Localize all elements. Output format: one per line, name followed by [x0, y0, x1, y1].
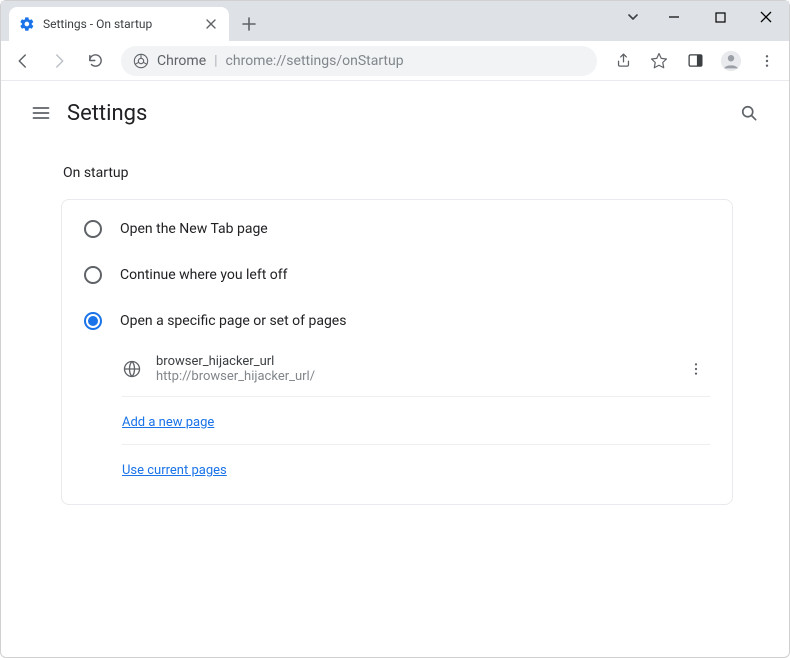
- startup-card: Open the New Tab page Continue where you…: [61, 199, 733, 505]
- settings-content: On startup Open the New Tab page Continu…: [1, 165, 789, 545]
- globe-icon: [122, 359, 142, 379]
- section-heading: On startup: [63, 165, 733, 181]
- use-current-pages-row: Use current pages: [122, 445, 710, 492]
- add-new-page-row: Add a new page: [122, 397, 710, 445]
- close-window-button[interactable]: [743, 1, 789, 33]
- radio-icon: [84, 220, 102, 238]
- browser-toolbar: Chrome | chrome://settings/onStartup: [1, 41, 789, 81]
- page-name: browser_hijacker_url: [156, 354, 668, 369]
- startup-option-continue[interactable]: Continue where you left off: [62, 252, 732, 298]
- forward-button[interactable]: [43, 45, 75, 77]
- radio-icon: [84, 266, 102, 284]
- startup-page-row: browser_hijacker_url http://browser_hija…: [122, 344, 710, 397]
- tab-title: Settings - On startup: [43, 17, 195, 31]
- new-tab-button[interactable]: [235, 10, 263, 38]
- startup-option-specific-pages[interactable]: Open a specific page or set of pages: [62, 298, 732, 344]
- minimize-button[interactable]: [651, 1, 697, 33]
- omnibox-prefix: Chrome: [157, 53, 206, 69]
- gear-icon: [19, 16, 35, 32]
- omnibox-divider: |: [214, 53, 217, 69]
- profile-button[interactable]: [715, 45, 747, 77]
- page-title: Settings: [67, 101, 147, 126]
- add-new-page-link[interactable]: Add a new page: [122, 415, 214, 430]
- browser-menu-button[interactable]: [751, 45, 783, 77]
- chrome-icon: [133, 53, 149, 69]
- tab-search-button[interactable]: [615, 1, 651, 33]
- search-button[interactable]: [729, 93, 769, 133]
- page-row-menu-button[interactable]: [682, 355, 710, 383]
- bookmark-button[interactable]: [643, 45, 675, 77]
- menu-button[interactable]: [21, 93, 61, 133]
- close-tab-icon[interactable]: [203, 16, 219, 32]
- startup-pages-list: browser_hijacker_url http://browser_hija…: [62, 344, 732, 498]
- share-button[interactable]: [607, 45, 639, 77]
- use-current-pages-link[interactable]: Use current pages: [122, 463, 227, 478]
- settings-header: Settings: [1, 81, 789, 145]
- browser-tab[interactable]: Settings - On startup: [9, 7, 229, 41]
- maximize-button[interactable]: [697, 1, 743, 33]
- window-titlebar: Settings - On startup: [1, 1, 789, 41]
- page-info: browser_hijacker_url http://browser_hija…: [156, 354, 668, 384]
- radio-label: Open a specific page or set of pages: [120, 313, 346, 329]
- radio-icon: [84, 312, 102, 330]
- radio-label: Continue where you left off: [120, 267, 288, 283]
- page-url: http://browser_hijacker_url/: [156, 369, 668, 384]
- address-bar[interactable]: Chrome | chrome://settings/onStartup: [121, 46, 597, 76]
- back-button[interactable]: [7, 45, 39, 77]
- reload-button[interactable]: [79, 45, 111, 77]
- side-panel-button[interactable]: [679, 45, 711, 77]
- window-controls: [615, 1, 789, 41]
- startup-option-new-tab[interactable]: Open the New Tab page: [62, 206, 732, 252]
- omnibox-url: chrome://settings/onStartup: [226, 53, 404, 69]
- radio-label: Open the New Tab page: [120, 221, 268, 237]
